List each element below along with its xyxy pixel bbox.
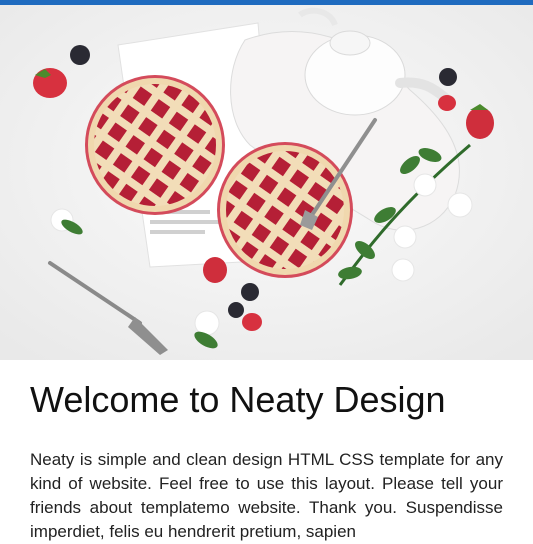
page-title: Welcome to Neaty Design <box>30 379 446 420</box>
hero-image <box>0 5 533 360</box>
main-content: Welcome to Neaty Design Neaty is simple … <box>0 360 533 544</box>
hero-illustration <box>0 5 533 360</box>
intro-paragraph: Neaty is simple and clean design HTML CS… <box>30 450 503 541</box>
pie-left <box>85 75 225 215</box>
pie-right <box>217 142 353 278</box>
